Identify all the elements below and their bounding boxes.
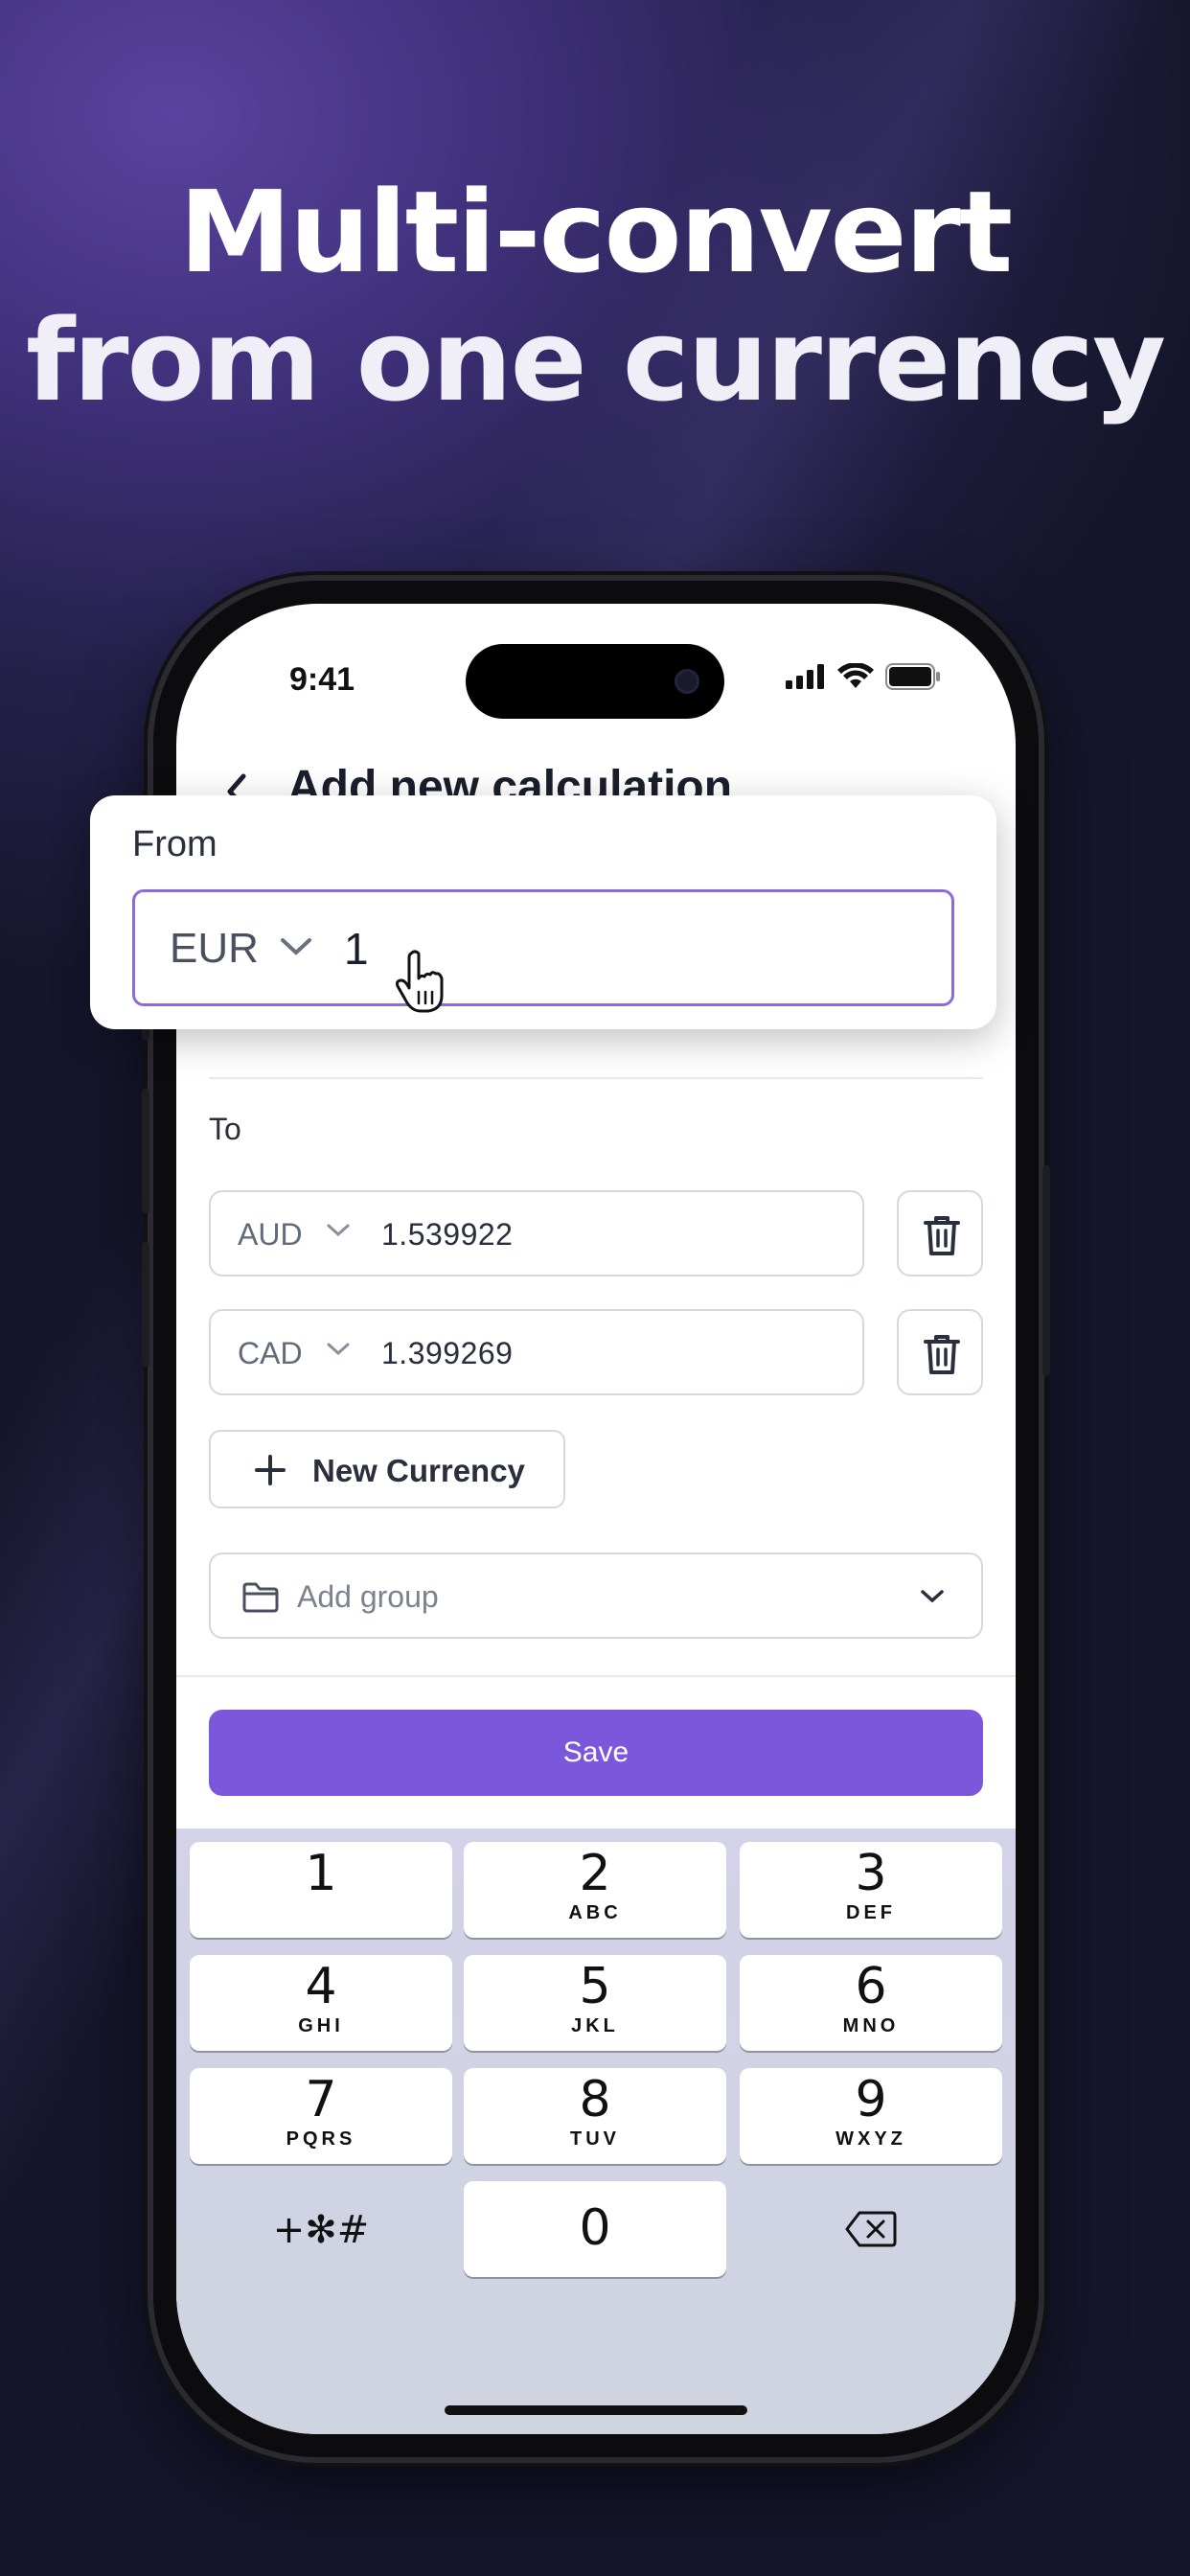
key-2[interactable]: 2 ABC xyxy=(464,1842,726,1938)
phone-power-button xyxy=(1042,1165,1050,1376)
headline: Multi-convert from one currency xyxy=(0,168,1190,425)
new-currency-label: New Currency xyxy=(312,1453,525,1488)
key-0[interactable]: 0 xyxy=(464,2181,726,2277)
status-time: 9:41 xyxy=(289,661,355,698)
currency-code[interactable]: AUD xyxy=(238,1217,303,1253)
save-button[interactable]: Save xyxy=(209,1710,983,1796)
add-group-label: Add group xyxy=(297,1579,439,1614)
key-1[interactable]: 1 xyxy=(190,1842,452,1938)
dynamic-island xyxy=(466,644,724,719)
currency-value[interactable]: 1.539922 xyxy=(381,1217,513,1253)
phone-volume-down xyxy=(142,1242,149,1367)
from-amount[interactable]: 1 xyxy=(344,923,369,975)
add-group-select[interactable]: Add group xyxy=(209,1552,983,1639)
battery-icon xyxy=(885,663,940,690)
section-divider xyxy=(176,1675,1016,1677)
key-8[interactable]: 8 TUV xyxy=(464,2068,726,2164)
chevron-down-icon[interactable] xyxy=(324,1340,353,1359)
home-indicator xyxy=(445,2405,747,2415)
chevron-down-icon xyxy=(921,1590,944,1603)
wifi-icon xyxy=(837,663,874,688)
to-currency-row[interactable]: AUD 1.539922 xyxy=(209,1190,864,1276)
key-6[interactable]: 6 MNO xyxy=(740,1955,1002,2051)
new-currency-button[interactable]: New Currency xyxy=(209,1430,565,1508)
status-icons xyxy=(786,663,941,690)
signal-icon xyxy=(786,664,824,689)
from-card: From EUR 1 xyxy=(90,795,996,1029)
key-7[interactable]: 7 PQRS xyxy=(190,2068,452,2164)
numeric-keyboard: 1 2 ABC 3 DEF 4 GHI 5 JKL 6 MNO 7 PQRS 8 TUV 9W… xyxy=(176,1828,1016,2434)
to-currency-row[interactable]: CAD 1.399269 xyxy=(209,1309,864,1395)
key-symbols[interactable]: +✻# xyxy=(190,2181,452,2277)
delete-key-icon xyxy=(845,2211,897,2247)
folder-icon xyxy=(242,1582,279,1613)
key-3[interactable]: 3 DEF xyxy=(740,1842,1002,1938)
section-divider xyxy=(209,1077,983,1079)
headline-line-2: from one currency xyxy=(25,294,1166,426)
key-9[interactable]: 9 WXYZ xyxy=(740,2068,1002,2164)
key-delete[interactable] xyxy=(740,2181,1002,2277)
currency-value[interactable]: 1.399269 xyxy=(381,1336,513,1371)
to-label: To xyxy=(209,1112,241,1146)
currency-code[interactable]: CAD xyxy=(238,1336,303,1371)
trash-icon xyxy=(924,1216,960,1255)
chevron-down-icon[interactable] xyxy=(277,934,315,959)
delete-row-button[interactable] xyxy=(897,1309,983,1395)
trash-icon xyxy=(924,1335,960,1374)
chevron-down-icon[interactable] xyxy=(324,1221,353,1240)
hand-cursor-icon xyxy=(396,950,444,1013)
key-4[interactable]: 4 GHI xyxy=(190,1955,452,2051)
delete-row-button[interactable] xyxy=(897,1190,983,1276)
phone-volume-up xyxy=(142,1089,149,1213)
from-input[interactable]: EUR 1 xyxy=(132,889,954,1013)
key-5[interactable]: 5 JKL xyxy=(464,1955,726,2051)
from-currency-code[interactable]: EUR xyxy=(170,925,259,973)
from-label: From xyxy=(132,824,217,864)
plus-icon xyxy=(255,1455,286,1485)
headline-line-1: Multi-convert xyxy=(178,166,1013,298)
